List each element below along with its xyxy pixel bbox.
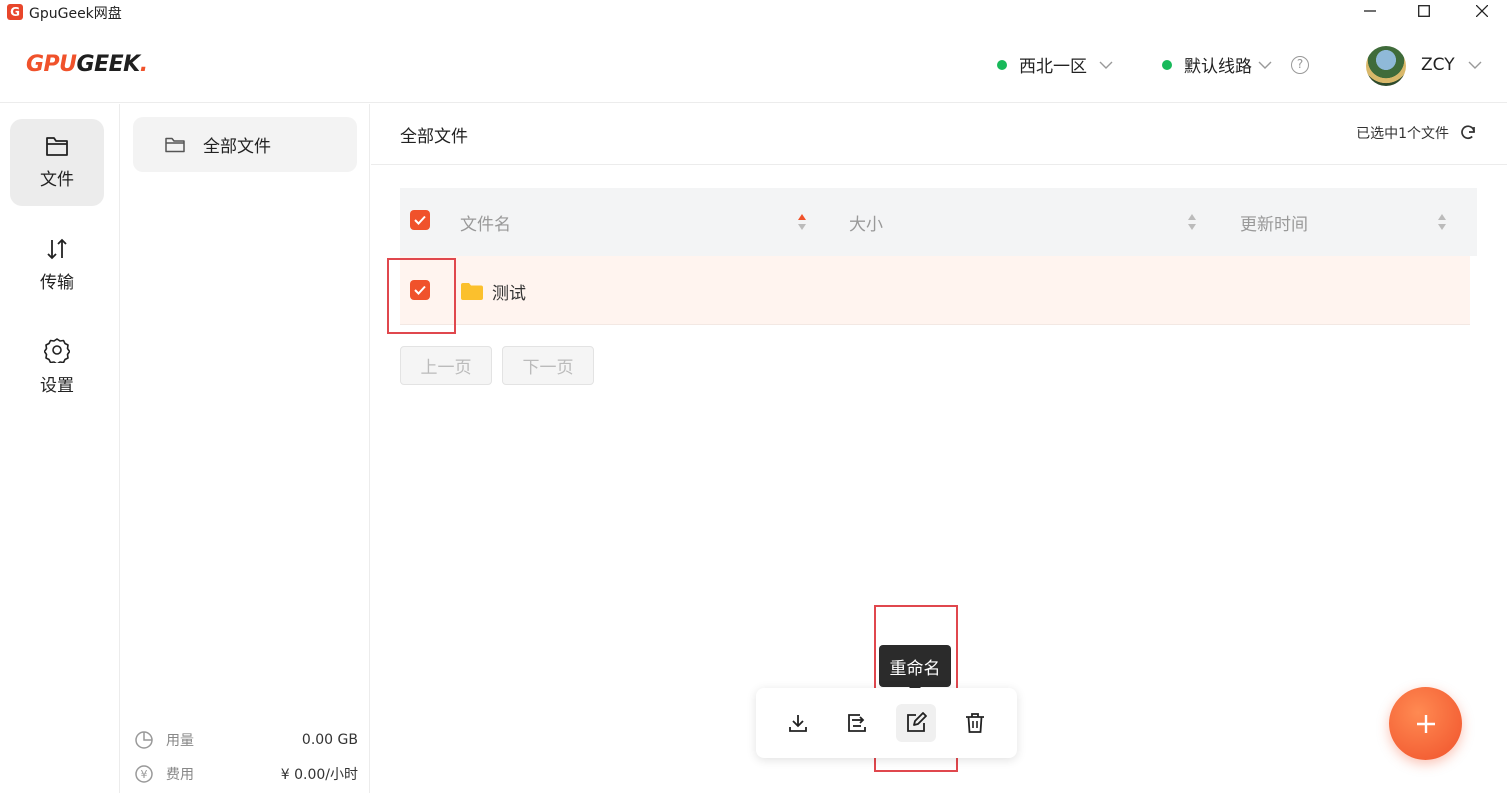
svg-text:¥: ¥: [141, 768, 148, 781]
check-icon: [414, 215, 426, 225]
folder-all-files[interactable]: 全部文件: [133, 117, 357, 172]
transfer-icon: [47, 238, 67, 260]
line-label: 默认线路: [1184, 57, 1252, 77]
table-row[interactable]: 测试: [400, 256, 1470, 325]
user-name[interactable]: ZCY: [1421, 55, 1455, 75]
sort-icon[interactable]: [1438, 214, 1446, 230]
maximize-button[interactable]: [1402, 0, 1446, 22]
download-icon: [789, 715, 807, 732]
maximize-icon: [1418, 5, 1430, 17]
main-header: 全部文件 已选中1个文件: [371, 104, 1507, 165]
selection-text: 已选中1个文件: [1356, 126, 1449, 142]
sort-icon[interactable]: [1188, 214, 1196, 230]
select-all-checkbox[interactable]: [410, 210, 430, 230]
refresh-icon[interactable]: [1459, 124, 1477, 142]
folder-icon: [46, 137, 68, 156]
cost-value: ¥ 0.00/小时: [280, 767, 358, 783]
status-dot: [997, 59, 1007, 70]
title-bar: G GpuGeek网盘: [0, 0, 1507, 24]
column-header-updated[interactable]: 更新时间: [1240, 210, 1308, 235]
close-button[interactable]: [1460, 0, 1504, 22]
folder-icon: [165, 137, 185, 152]
file-name[interactable]: 测试: [492, 279, 526, 304]
add-button[interactable]: [1389, 687, 1462, 760]
trash-icon: [966, 713, 984, 733]
rename-tooltip: 重命名: [879, 645, 951, 693]
app-icon: G: [7, 4, 23, 20]
delete-button[interactable]: [955, 704, 995, 742]
region-label: 西北一区: [1019, 57, 1087, 77]
help-icon[interactable]: ?: [1291, 56, 1309, 74]
app-header: GPUGEEK. 西北一区 默认线路 ? ZCY: [0, 24, 1507, 103]
file-action-toolbar: [756, 688, 1017, 758]
usage-label: 用量: [166, 733, 194, 749]
usage-value: 0.00 GB: [301, 732, 358, 748]
status-dot: [1162, 59, 1172, 70]
nav-item-transfer[interactable]: 传输: [10, 222, 104, 309]
pie-chart-icon: [135, 731, 153, 749]
minimize-button[interactable]: [1348, 0, 1392, 22]
window-title: GpuGeek网盘: [29, 6, 122, 22]
rename-icon: [907, 712, 927, 732]
line-selector[interactable]: 默认线路: [1162, 52, 1272, 77]
nav-label: 传输: [40, 273, 74, 293]
left-nav: 文件 传输 设置: [0, 104, 120, 793]
plus-icon: [1416, 714, 1435, 733]
gear-icon: [44, 338, 70, 363]
chevron-down-icon[interactable]: [1468, 60, 1482, 70]
folder-icon: [461, 283, 483, 300]
next-page-button[interactable]: 下一页: [502, 346, 594, 385]
minimize-icon: [1364, 10, 1376, 12]
prev-page-button[interactable]: 上一页: [400, 346, 492, 385]
folder-panel: 全部文件 用量 0.00 GB ¥ 费用 ¥ 0.00/小时: [121, 104, 370, 793]
cost-label: 费用: [166, 767, 194, 783]
sort-icon[interactable]: [798, 214, 806, 230]
usage-stat: 用量 0.00 GB: [134, 730, 358, 750]
yuan-icon: ¥: [135, 765, 153, 783]
breadcrumb: 全部文件: [400, 127, 468, 147]
column-header-size[interactable]: 大小: [849, 210, 883, 235]
cost-stat: ¥ 费用 ¥ 0.00/小时: [134, 764, 358, 784]
download-button[interactable]: [778, 704, 818, 742]
main-content: 全部文件 已选中1个文件 文件名 大小 更新时间 测试 上一页 下一页 重命名: [371, 104, 1507, 793]
rename-button[interactable]: [896, 704, 936, 742]
chevron-down-icon: [1258, 61, 1272, 69]
move-icon: [848, 714, 866, 732]
highlight-box: [387, 258, 456, 334]
move-button[interactable]: [837, 704, 877, 742]
selection-info: 已选中1个文件: [1356, 123, 1477, 143]
column-header-name[interactable]: 文件名: [460, 210, 511, 235]
nav-label: 设置: [40, 376, 74, 396]
nav-item-files[interactable]: 文件: [10, 119, 104, 206]
chevron-down-icon: [1099, 61, 1113, 69]
nav-label: 文件: [40, 170, 74, 190]
nav-item-settings[interactable]: 设置: [10, 323, 104, 410]
avatar[interactable]: [1366, 46, 1406, 86]
region-selector[interactable]: 西北一区: [997, 52, 1113, 77]
close-icon: [1476, 5, 1488, 17]
logo: GPUGEEK.: [26, 52, 148, 77]
table-header: 文件名 大小 更新时间: [400, 188, 1477, 256]
folder-label: 全部文件: [203, 137, 271, 157]
